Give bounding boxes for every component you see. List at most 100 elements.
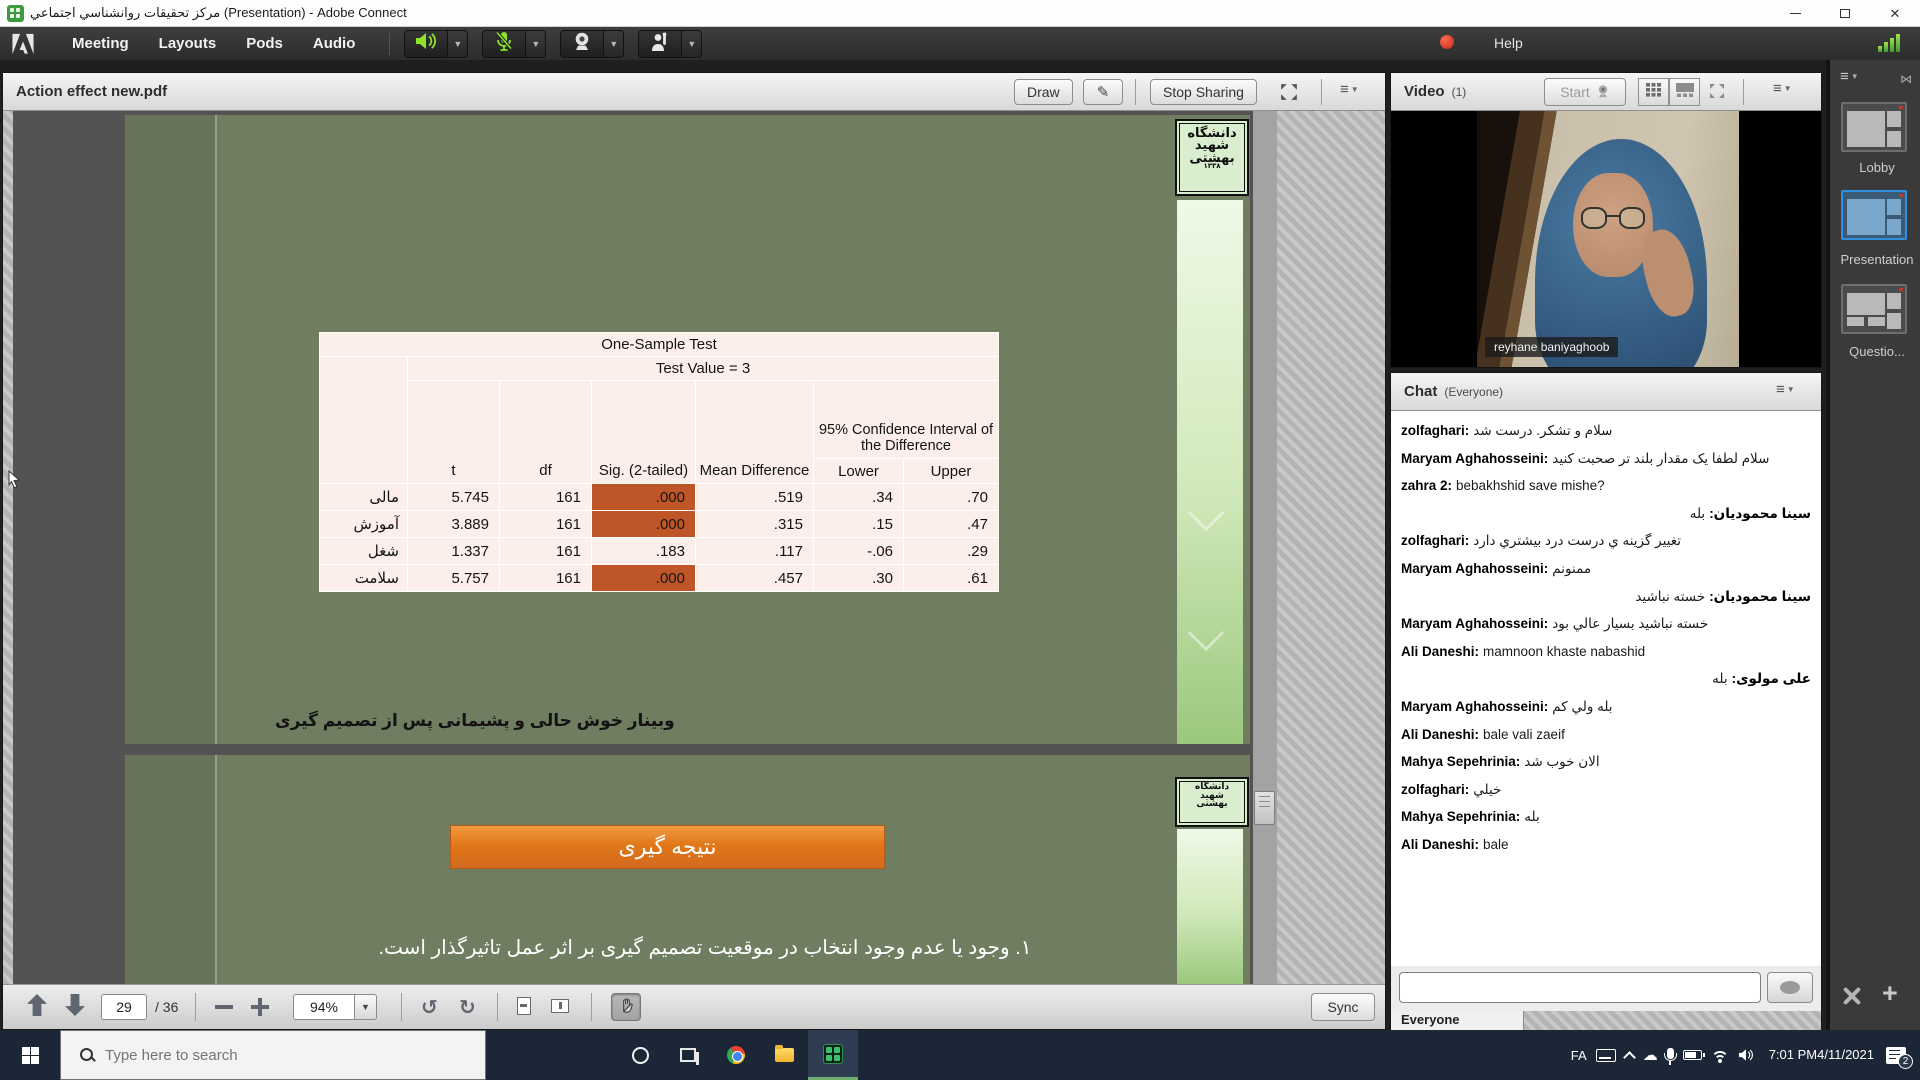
cortana-button[interactable] [616,1030,664,1080]
university-logo: دانشگاه شهید بهشتی ۱۳۳۸ [1175,119,1249,196]
webcam-button[interactable] [560,30,604,58]
hand-tool-button[interactable] [611,993,641,1021]
rotate-left-icon[interactable]: ↺ [421,994,438,1020]
fit-page-button[interactable] [553,994,567,1015]
chat-input[interactable] [1399,972,1761,1003]
conclusion-point-text: ۱. وجود یا عدم وجود انتخاب در موقعیت تصم… [185,935,1225,960]
chat-message: Ali Daneshi:bale [1401,838,1811,852]
zoom-out-button[interactable] [215,994,233,1009]
filmstrip-view-button[interactable] [1669,78,1700,106]
speech-bubble-icon [1780,981,1800,994]
microphone-tray-icon[interactable] [1667,1048,1674,1063]
table-row: سلامت 5.757 161 .000 .457 .30 .61 [320,565,999,592]
menu-audio[interactable]: Audio [313,35,356,52]
task-view-button[interactable] [664,1030,712,1080]
rotate-right-icon[interactable]: ↻ [459,994,476,1020]
close-button[interactable]: ✕ [1870,0,1920,27]
maximize-button[interactable] [1820,0,1870,27]
taskbar-search[interactable] [60,1030,486,1080]
microphone-dropdown[interactable]: ▼ [526,30,546,58]
layout-label-questions[interactable]: Questio... [1830,344,1920,359]
video-count: (1) [1452,85,1467,99]
table-test-value: Test Value = 3 [408,357,999,381]
video-pod-menu-icon[interactable]: ≡▼ [1773,84,1792,94]
layout-tools-icon[interactable] [1838,985,1868,1007]
slide-left-stripe [125,115,217,744]
speaker-button[interactable] [404,30,448,58]
speaker-dropdown[interactable]: ▼ [448,30,468,58]
volume-icon[interactable] [1738,1048,1754,1062]
send-message-button[interactable] [1767,972,1813,1003]
share-scrollbar-thumb[interactable] [1254,791,1275,825]
adobe-connect-taskbar-button[interactable] [808,1030,858,1080]
next-page-button[interactable] [65,994,85,1016]
clock[interactable]: 7:01 PM 4/11/2021 [1769,1046,1874,1064]
layout-thumb-presentation[interactable] [1841,190,1907,240]
video-fullscreen-icon[interactable] [1709,83,1725,104]
search-input[interactable] [105,1047,435,1064]
menu-meeting[interactable]: Meeting [72,35,129,52]
start-button[interactable] [0,1030,60,1080]
microphone-muted-button[interactable] [482,30,526,58]
share-scrollbar-track[interactable] [1253,111,1277,984]
raise-hand-dropdown[interactable]: ▼ [682,30,702,58]
zoom-level-select[interactable]: 94% ▼ [293,994,377,1020]
share-pod-menu-icon[interactable]: ≡▼ [1340,85,1359,95]
start-webcam-button[interactable]: Start [1544,78,1626,106]
chat-pod-menu-icon[interactable]: ≡▼ [1776,385,1795,395]
layout-thumb-lobby[interactable] [1841,102,1907,152]
menu-pods[interactable]: Pods [246,35,283,52]
col-header-sig: Sig. (2-tailed) [592,381,696,484]
notification-badge: 2 [1898,1054,1913,1069]
menu-layouts[interactable]: Layouts [159,35,217,52]
university-logo: دانشگاه شهید بهشتی [1175,777,1249,827]
show-hidden-icons-chevron[interactable] [1625,1049,1634,1062]
webcam-dropdown[interactable]: ▼ [604,30,624,58]
fit-width-button[interactable] [517,994,531,1015]
layout-label-presentation[interactable]: Presentation [1830,252,1920,267]
time-label: 7:01 PM [1769,1046,1817,1064]
table-row: آموزش 3.889 161 .000 .315 .15 .47 [320,511,999,538]
layouts-menu-icon[interactable]: ≡▼ [1840,72,1859,82]
collapse-panel-icon[interactable]: ⋈ [1900,72,1912,86]
tab-everyone[interactable]: Everyone [1391,1011,1524,1030]
minimize-button[interactable] [1770,0,1820,27]
keyboard-icon[interactable] [1596,1049,1616,1062]
add-layout-icon[interactable]: + [1882,978,1898,1009]
layout-thumb-questions[interactable] [1841,284,1907,334]
page-number-input[interactable] [101,994,147,1020]
slide-side-ribbon [1177,829,1243,984]
video-pod-title: Video [1404,83,1445,100]
battery-icon[interactable] [1683,1050,1702,1060]
windows-logo-icon [22,1047,39,1064]
menu-help[interactable]: Help [1494,35,1523,51]
fullscreen-icon[interactable] [1280,83,1298,106]
language-indicator[interactable]: FA [1571,1048,1587,1063]
sync-button[interactable]: Sync [1311,993,1375,1021]
chat-pod-title: Chat [1404,383,1437,400]
chat-message-list[interactable]: zolfaghari:سلام و تشكر. درست شد Maryam A… [1391,411,1821,966]
zoom-in-button[interactable] [251,994,269,1016]
pen-tool-button[interactable]: ✎ [1083,79,1123,105]
col-header-lower: Lower [814,459,904,484]
wifi-icon[interactable] [1711,1049,1729,1062]
onedrive-icon[interactable]: ☁ [1643,1046,1658,1064]
raise-hand-button[interactable] [638,30,682,58]
file-explorer-button[interactable] [760,1030,808,1080]
zoom-dropdown-arrow[interactable]: ▼ [355,994,377,1020]
window-title: مركز تحقيقات روانشناسي اجتماعي (Presenta… [30,5,407,21]
grid-view-button[interactable] [1638,78,1669,106]
chat-message: Mahya Sepehrinia:الان خوب شد [1401,755,1811,769]
chrome-button[interactable] [712,1030,760,1080]
pen-icon: ✎ [1097,83,1110,101]
draw-button[interactable]: Draw [1014,79,1073,105]
notification-center-icon[interactable]: 2 [1886,1047,1906,1064]
stop-sharing-button[interactable]: Stop Sharing [1150,79,1257,105]
layout-label-lobby[interactable]: Lobby [1830,160,1920,175]
connection-status-icon[interactable] [1878,34,1902,52]
chat-message: zolfaghari:تغییر گزینه ي درست درد بیشتري… [1401,534,1811,548]
folder-icon [775,1048,794,1062]
previous-page-button[interactable] [27,994,47,1016]
mouse-cursor [8,470,21,494]
page-total-label: / 36 [155,994,178,1020]
